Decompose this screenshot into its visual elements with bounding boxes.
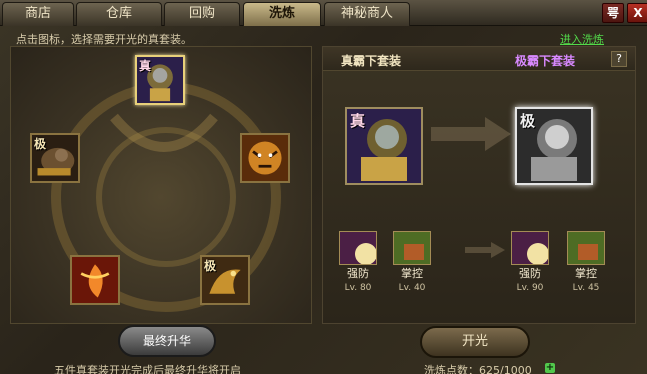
refine-points: 洗炼点数：625/1000 [424,364,532,374]
defense-orb-icon [512,232,548,264]
skill-arrow-icon [465,242,505,258]
close-button[interactable]: X [627,3,647,23]
skill-control-upgraded[interactable] [567,231,605,265]
skill-level: Lv. 80 [344,283,372,293]
target-suit-icon: 极 [515,107,593,185]
skill-control[interactable] [393,231,431,265]
skill-strong-defense-upgraded[interactable] [511,231,549,265]
suit-name-header: 真霸下套装 极霸下套装 ? [323,47,635,71]
suit-tag: 极 [520,112,536,130]
skill-level: Lv. 40 [398,283,426,293]
skill-level: Lv. 90 [516,283,544,293]
tab-refine[interactable]: 洗炼 [243,2,321,26]
tab-warehouse[interactable]: 仓库 [76,2,162,26]
slot-tag: 极 [204,259,217,273]
add-points-button[interactable]: + [545,363,555,373]
skill-name: 掌控 [575,267,597,280]
help-button[interactable]: 咢 [602,3,624,23]
suit-slot-2[interactable]: 极 [30,133,80,183]
control-helmet-icon [568,232,604,264]
skill-name: 强防 [347,267,369,280]
suit-slot-1[interactable]: 真 [135,55,185,105]
phoenix-icon [72,257,118,303]
refine-window: 商店 仓库 回购 洗炼 神秘商人 咢 X 点击图标，选择需要开光的真套装。 进入… [0,0,647,374]
source-suit-name: 真霸下套装 [341,54,402,68]
upgrade-panel: 真霸下套装 极霸下套装 ? 真 极 强防 掌控 Lv. 80 Lv. 40 强防… [322,46,636,324]
suit-selection-panel: 真 极 极 [10,46,312,324]
final-sublimation-button[interactable]: 最终升华 [118,325,216,357]
suit-slot-5[interactable]: 极 [200,255,250,305]
skill-name: 强防 [519,267,541,280]
tab-shop[interactable]: 商店 [2,2,74,26]
control-helmet-icon [394,232,430,264]
skill-name: 掌控 [401,267,423,280]
suit-slot-4[interactable] [70,255,120,305]
tab-mystery-merchant[interactable]: 神秘商人 [324,2,410,26]
source-suit-icon: 真 [345,107,423,185]
suit-slot-3[interactable] [240,133,290,183]
enter-refine-link[interactable]: 进入洗炼 [560,31,604,47]
target-suit-name: 极霸下套装 [515,54,576,68]
tab-buyback[interactable]: 回购 [164,2,240,26]
defense-orb-icon [340,232,376,264]
info-button[interactable]: ? [611,51,627,67]
instruction-text: 点击图标，选择需要开光的真套装。 [16,33,192,46]
skill-strong-defense[interactable] [339,231,377,265]
tab-bar: 商店 仓库 回购 洗炼 神秘商人 [0,0,647,26]
slot-tag: 极 [34,137,47,151]
dragon-emblem-icon [110,113,218,152]
open-light-button[interactable]: 开光 [420,326,530,358]
skill-level: Lv. 45 [572,283,600,293]
tiger-icon [242,135,288,181]
sublimation-hint: 五件真套装开光完成后最终升华将开启 [54,364,241,374]
upgrade-arrow-icon [431,117,511,151]
suit-tag: 真 [350,112,366,130]
slot-tag: 真 [139,59,152,73]
